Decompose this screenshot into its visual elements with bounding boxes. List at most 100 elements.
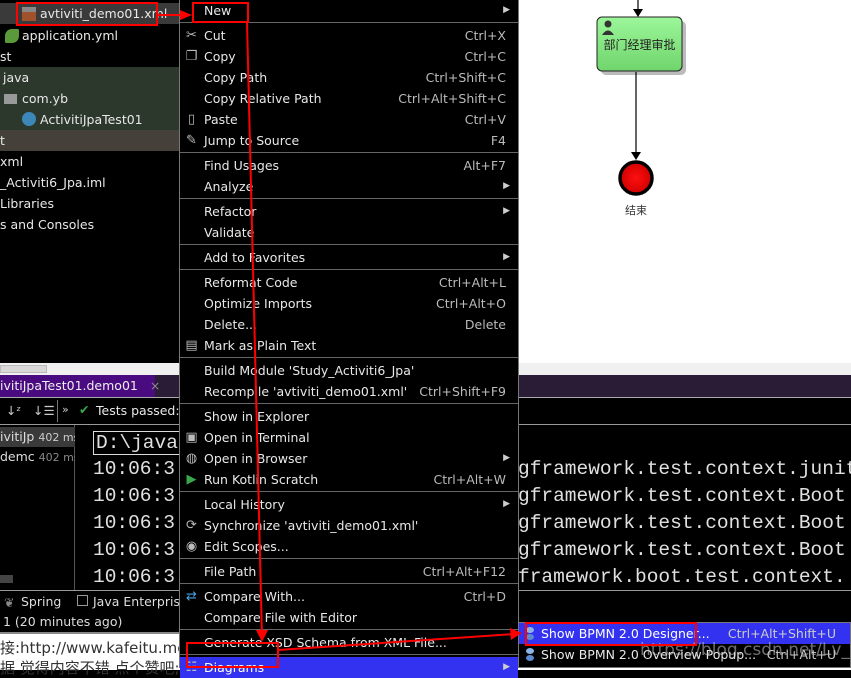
package-icon xyxy=(4,94,17,104)
tree-item[interactable]: st xyxy=(0,46,179,67)
menu-item-local-history[interactable]: Local History ▶ xyxy=(180,494,518,515)
globe-icon: ◍ xyxy=(185,451,198,466)
menu-item-refactor[interactable]: Refactor ▶ xyxy=(180,201,518,222)
java-enterprise-icon xyxy=(77,595,88,606)
menu-item-generate-xsd-schema-from-xml-file[interactable]: Generate XSD Schema from XML File... xyxy=(180,632,518,653)
java-enterprise-tool-button[interactable]: Java Enterprise xyxy=(93,594,188,609)
menu-item-label: Diagrams xyxy=(204,660,265,675)
show-bpmn-designer-item[interactable]: Show BPMN 2.0 Designer... Ctrl+Alt+Shift+… xyxy=(519,623,850,644)
shortcut-label: Delete xyxy=(464,317,506,332)
menu-item-copy[interactable]: ❐ Copy Ctrl+C xyxy=(180,46,518,67)
menu-item-label: Reformat Code xyxy=(204,275,298,290)
diagrams-submenu: Show BPMN 2.0 Designer... Ctrl+Alt+Shift+… xyxy=(518,622,851,668)
menu-item-label: Recompile 'avtiviti_demo01.xml' xyxy=(204,384,408,399)
menu-item-cut[interactable]: ✂ Cut Ctrl+X xyxy=(180,25,518,46)
scissors-icon: ✂ xyxy=(186,28,197,43)
tree-item[interactable]: t xyxy=(0,130,179,151)
sort-alpha-icon[interactable]: ↓ᶻ xyxy=(6,403,21,418)
run-tab[interactable]: ivitiJpaTest01.demo01 × xyxy=(0,375,160,397)
menu-item-add-to-favorites[interactable]: Add to Favorites ▶ xyxy=(180,247,518,268)
user-icon xyxy=(604,20,612,28)
tree-item[interactable]: _Activiti6_Jpa.iml xyxy=(0,172,179,193)
tree-item[interactable]: com.yb xyxy=(0,88,179,109)
menu-item-optimize-imports[interactable]: Optimize Imports Ctrl+Alt+O xyxy=(180,293,518,314)
shortcut-label: Ctrl+Alt+Shift+C xyxy=(398,91,506,106)
test-results-tree: ivitiJp 402 ms demc 402 ms xyxy=(0,425,80,590)
more-icon[interactable]: » xyxy=(62,403,69,416)
menu-item-label: Refactor xyxy=(204,204,257,219)
menu-item-label: Show in Explorer xyxy=(204,409,310,424)
menu-item-show-in-explorer[interactable]: Show in Explorer xyxy=(180,406,518,427)
tree-item[interactable]: application.yml xyxy=(0,25,179,46)
menu-item-label: Compare File with Editor xyxy=(204,610,358,625)
shortcut-label: Ctrl+Alt+U xyxy=(766,647,836,662)
menu-item-run-kotlin-scratch[interactable]: ▶ Run Kotlin Scratch Ctrl+Alt+W xyxy=(180,469,518,490)
menu-item-build-module-study-activiti6-jpa[interactable]: Build Module 'Study_Activiti6_Jpa' xyxy=(180,360,518,381)
menu-item-label: Open in Terminal xyxy=(204,430,310,445)
spring-tool-button[interactable]: Spring xyxy=(21,594,61,609)
spring-icon: ❦ xyxy=(4,595,15,610)
menu-item-find-usages[interactable]: Find Usages Alt+F7 xyxy=(180,155,518,176)
menu-item-copy-path[interactable]: Copy Path Ctrl+Shift+C xyxy=(180,67,518,88)
shortcut-label: Ctrl+Alt+O xyxy=(436,296,506,311)
shortcut-label: Ctrl+X xyxy=(464,28,506,43)
menu-item-compare-file-with-editor[interactable]: Compare File with Editor xyxy=(180,607,518,628)
menu-item-open-in-browser[interactable]: ◍ Open in Browser ▶ xyxy=(180,448,518,469)
bpmn-icon xyxy=(525,627,535,640)
tree-item[interactable]: s and Consoles xyxy=(0,214,179,235)
console-line-tail: gframework.test.context.Boot xyxy=(518,512,846,534)
test-item[interactable]: ivitiJp 402 ms xyxy=(0,427,79,447)
xml-file-icon xyxy=(22,7,36,21)
menu-item-label: Find Usages xyxy=(204,158,280,173)
tree-item[interactable]: Libraries xyxy=(0,193,179,214)
menu-item-validate[interactable]: Validate xyxy=(180,222,518,243)
menu-item-reformat-code[interactable]: Reformat Code Ctrl+Alt+L xyxy=(180,272,518,293)
menu-item-mark-as-plain-text[interactable]: ▤ Mark as Plain Text xyxy=(180,335,518,356)
show-bpmn-overview-item[interactable]: Show BPMN 2.0 Overview Popup... Ctrl+Alt+… xyxy=(519,644,850,665)
bpmn-diagram-canvas[interactable]: 部门经理审批 结束 xyxy=(519,0,851,363)
shortcut-label: Ctrl+C xyxy=(464,49,506,64)
menu-item-edit-scopes[interactable]: ◉ Edit Scopes... xyxy=(180,536,518,557)
menu-item-analyze[interactable]: Analyze ▶ xyxy=(180,176,518,197)
copy-icon: ❐ xyxy=(185,49,198,64)
sort-duration-icon[interactable]: ↓☰ xyxy=(33,403,55,418)
menu-item-paste[interactable]: ▯ Paste Ctrl+V xyxy=(180,109,518,130)
tree-item-xml-file[interactable]: avtiviti_demo01.xml xyxy=(0,3,179,24)
project-tree: avtiviti_demo01.xml application.yml st j… xyxy=(0,0,179,363)
menu-item-recompile-avtiviti-demo01-xml[interactable]: Recompile 'avtiviti_demo01.xml' Ctrl+Shif… xyxy=(180,381,518,402)
submenu-arrow-icon: ▶ xyxy=(503,206,510,216)
tree-item[interactable]: java xyxy=(0,67,179,88)
menu-item-label: Local History xyxy=(204,497,285,512)
menu-item-jump-to-source[interactable]: ✎ Jump to Source F4 xyxy=(180,130,518,151)
scrollbar-thumb[interactable] xyxy=(0,365,47,373)
tree-item[interactable]: ActivitiJpaTest01 xyxy=(0,109,179,130)
console-line-tail: framework.boot.test.context. xyxy=(518,566,846,588)
menu-item-file-path[interactable]: File Path Ctrl+Alt+F12 xyxy=(180,561,518,582)
menu-item-label: New xyxy=(204,3,232,18)
menu-item-label: Analyze xyxy=(204,179,254,194)
menu-item-label: Cut xyxy=(204,28,226,43)
plain-text-icon: ▤ xyxy=(185,338,198,353)
menu-item-label: Run Kotlin Scratch xyxy=(204,472,319,487)
menu-item-label: Synchronize 'avtiviti_demo01.xml' xyxy=(204,518,419,533)
menu-item-compare-with[interactable]: ⇄ Compare With... Ctrl+D xyxy=(180,586,518,607)
shortcut-label: Ctrl+Alt+F12 xyxy=(422,564,506,579)
scrollbar[interactable] xyxy=(0,575,13,583)
menu-item-label: Optimize Imports xyxy=(204,296,313,311)
menu-item-diagrams[interactable]: ☷ Diagrams ▶ xyxy=(180,657,518,678)
menu-item-open-in-terminal[interactable]: ▣ Open in Terminal xyxy=(180,427,518,448)
menu-item-delete[interactable]: Delete... Delete xyxy=(180,314,518,335)
test-time: 402 ms xyxy=(38,451,80,464)
diagram-icon: ☷ xyxy=(185,660,198,675)
tests-passed-label: Tests passed: xyxy=(96,403,180,418)
tree-item[interactable]: xml xyxy=(0,151,179,172)
menu-item-label: Paste xyxy=(204,112,238,127)
close-tab-icon[interactable]: × xyxy=(150,378,160,393)
menu-item-new[interactable]: New ▶ xyxy=(180,0,518,21)
console-line: 10:06:3 xyxy=(93,566,175,588)
test-item[interactable]: demc 402 ms xyxy=(0,447,80,467)
menu-item-copy-relative-path[interactable]: Copy Relative Path Ctrl+Alt+Shift+C xyxy=(180,88,518,109)
arrowhead xyxy=(631,152,641,160)
console-line: 10:06:3 xyxy=(93,458,175,480)
menu-item-synchronize-avtiviti-demo01-xml[interactable]: ⟳ Synchronize 'avtiviti_demo01.xml' xyxy=(180,515,518,536)
